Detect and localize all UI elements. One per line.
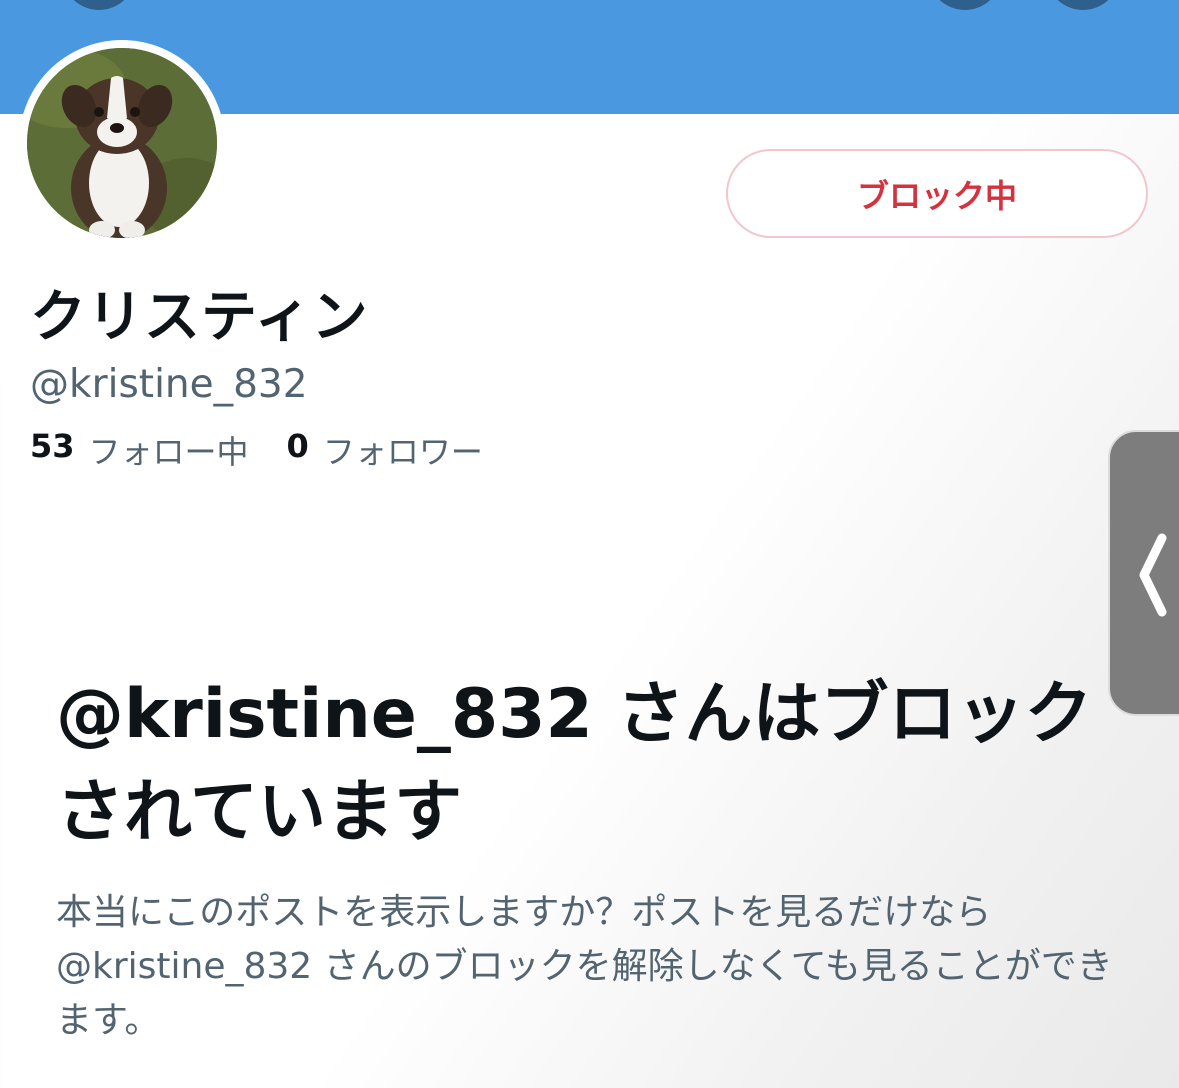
following-stat[interactable]: 53 フォロー中: [30, 427, 249, 473]
blocked-status-button[interactable]: ブロック中: [726, 149, 1148, 238]
chevron-left-icon: [1139, 533, 1167, 617]
followers-label: フォロワー: [322, 433, 483, 471]
puppy-photo: [27, 48, 217, 238]
user-handle: @kristine_832: [30, 362, 308, 407]
blocked-notice-description: 本当にこのポストを表示しますか？ポストを見るだけなら @kristine_832…: [56, 892, 1113, 1041]
following-label: フォロー中: [88, 433, 249, 471]
display-name: クリスティン: [30, 285, 369, 350]
following-count: 53: [30, 427, 75, 465]
search-button[interactable]: [928, 0, 1002, 10]
more-options-button[interactable]: [1046, 0, 1120, 10]
back-button[interactable]: [62, 0, 136, 10]
blocked-notice-title: @kristine_832 さんはブロックされています: [56, 675, 1093, 852]
avatar-frame: [19, 40, 225, 246]
followers-count: 0: [286, 427, 309, 465]
followers-stat[interactable]: 0 フォロワー: [287, 427, 483, 473]
avatar[interactable]: [27, 48, 217, 238]
follow-stats: 53 フォロー中 0 フォロワー: [30, 427, 483, 473]
